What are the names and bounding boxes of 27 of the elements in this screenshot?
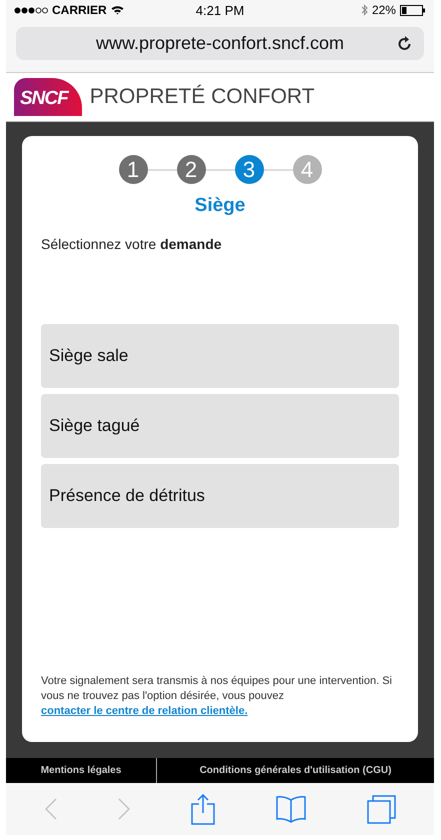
reload-icon[interactable] [398, 36, 412, 51]
battery-percent: 22% [372, 3, 396, 17]
option-button[interactable]: Présence de détritus [41, 464, 399, 528]
site-title: PROPRETÉ CONFORT [90, 85, 315, 109]
instruction-text: Sélectionnez votre demande [41, 236, 223, 252]
step-indicator: 4 [292, 155, 322, 184]
signal-icon [14, 6, 48, 14]
clock-time: 4:21 PM [196, 2, 244, 18]
contact-link[interactable]: contacter le centre de relation clientèle. [41, 705, 248, 717]
tabs-icon[interactable] [366, 794, 396, 824]
brand-logo: SNCF [14, 78, 82, 116]
option-button[interactable]: Siège tagué [41, 394, 399, 458]
battery-icon [400, 4, 426, 16]
share-icon[interactable] [190, 794, 214, 824]
footer-link[interactable]: Conditions générales d'utilisation (CGU) [157, 758, 434, 783]
step-indicator: 2 [176, 155, 206, 184]
address-bar[interactable]: www.proprete-confort.sncf.com [16, 27, 424, 60]
carrier-name: CARRIER [52, 3, 107, 17]
step-indicator: 1 [118, 155, 148, 184]
bluetooth-icon [360, 4, 368, 16]
option-button[interactable]: Siège sale [41, 324, 399, 388]
info-text: Votre signalement sera transmis à nos équipes pour une intervention. Si vous ne trouvez pas l'option désirée, vous pouvez contacter le centre de relation clientèle. [41, 674, 393, 719]
step-indicator: 3 [234, 155, 264, 184]
wifi-icon [110, 5, 124, 15]
section-heading: Siège [194, 195, 246, 217]
bookmarks-icon[interactable] [276, 795, 306, 823]
footer-link[interactable]: Mentions légales [6, 758, 157, 783]
